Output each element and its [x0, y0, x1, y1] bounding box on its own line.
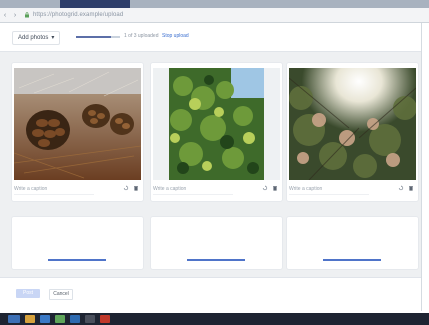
trash-icon[interactable] — [272, 185, 278, 191]
photo-actions — [123, 185, 139, 191]
upload-progress-line — [323, 259, 381, 261]
upload-app: Add photos ▾ 1 of 3 uploaded Stop upload — [0, 23, 422, 312]
stop-upload-link[interactable]: Stop upload — [162, 33, 189, 39]
trash-icon[interactable] — [408, 185, 414, 191]
os-taskbar — [0, 313, 429, 325]
action-footer: Post Cancel — [0, 277, 421, 312]
sunlit-branches-image — [289, 68, 416, 180]
upload-progress-fill — [76, 36, 112, 38]
photo-thumbnail[interactable] — [153, 68, 280, 180]
upload-placeholder-card — [287, 217, 418, 269]
upload-placeholder-card — [12, 217, 143, 269]
photo-card[interactable]: Write a caption — [12, 63, 143, 201]
caption-input[interactable]: Write a caption — [14, 184, 94, 195]
rotate-icon[interactable] — [398, 185, 404, 191]
pine-cone-image — [14, 68, 141, 180]
photo-card[interactable]: Write a caption — [287, 63, 418, 201]
upload-progress-bar — [76, 36, 120, 38]
url-text[interactable]: https://photogrid.example/upload — [33, 12, 123, 18]
photo-thumbnail[interactable] — [289, 68, 416, 180]
photo-card[interactable]: Write a caption — [151, 63, 282, 201]
photo-thumbnail[interactable] — [14, 68, 141, 180]
chevron-down-icon: ▾ — [51, 35, 55, 41]
lock-icon — [23, 12, 30, 19]
caption-input[interactable]: Write a caption — [153, 184, 233, 195]
browser-address-bar[interactable]: ‹ › https://photogrid.example/upload — [0, 8, 429, 23]
add-photos-label: Add photos — [18, 35, 49, 41]
foliage-image — [153, 68, 280, 180]
upload-toolbar: Add photos ▾ 1 of 3 uploaded Stop upload — [0, 23, 421, 52]
window-titlebar — [0, 0, 429, 8]
add-photos-button[interactable]: Add photos ▾ — [12, 31, 61, 45]
app-icon[interactable] — [55, 315, 65, 323]
forward-icon[interactable]: › — [10, 12, 20, 19]
photo-actions — [398, 185, 414, 191]
browser-icon[interactable] — [40, 315, 50, 323]
app-icon[interactable] — [70, 315, 80, 323]
app-icon[interactable] — [85, 315, 95, 323]
photo-grid: Write a caption Write a caption Write a … — [12, 63, 420, 306]
caption-input[interactable]: Write a caption — [289, 184, 369, 195]
back-icon[interactable]: ‹ — [0, 12, 10, 19]
trash-icon[interactable] — [133, 185, 139, 191]
app-icon[interactable] — [100, 315, 110, 323]
active-tab[interactable] — [60, 0, 130, 8]
photo-actions — [262, 185, 278, 191]
rotate-icon[interactable] — [123, 185, 129, 191]
rotate-icon[interactable] — [262, 185, 268, 191]
upload-placeholder-card — [151, 217, 282, 269]
folder-icon[interactable] — [25, 315, 35, 323]
upload-progress-text: 1 of 3 uploaded — [124, 33, 159, 39]
post-button[interactable]: Post — [16, 289, 40, 298]
start-button-icon[interactable] — [8, 315, 20, 323]
upload-progress-line — [48, 259, 106, 261]
cancel-button[interactable]: Cancel — [49, 289, 73, 300]
upload-progress-line — [187, 259, 245, 261]
